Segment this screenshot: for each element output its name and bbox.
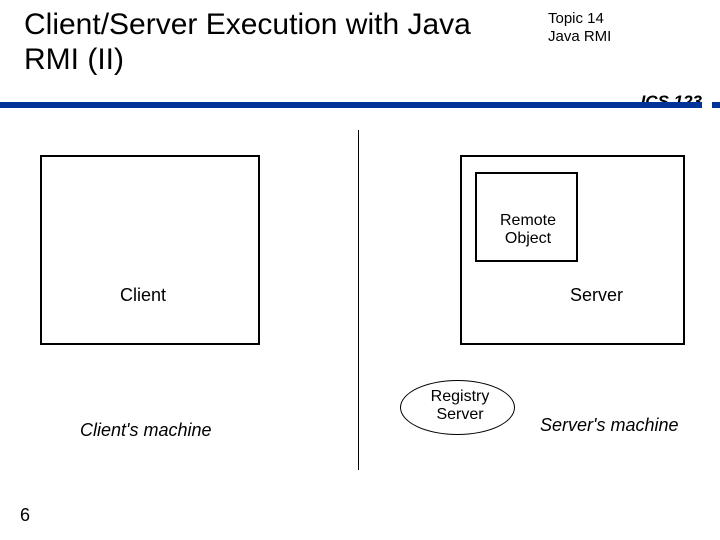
registry-label: Registry Server: [420, 388, 500, 425]
remote-object-label: Remote Object: [492, 212, 564, 249]
client-label: Client: [120, 285, 166, 306]
page-number: 6: [20, 505, 30, 526]
slide-title: Client/Server Execution with Java RMI (I…: [24, 8, 524, 77]
server-label: Server: [570, 285, 623, 306]
client-box: [40, 155, 260, 345]
title-underline-gap: [702, 102, 712, 108]
topic-block: Topic 14 Java RMI: [548, 10, 611, 46]
title-underline: [0, 102, 720, 108]
client-machine-label: Client's machine: [80, 420, 212, 441]
topic-line-1: Topic 14: [548, 10, 611, 28]
topic-line-2: Java RMI: [548, 28, 611, 46]
machine-divider: [358, 130, 359, 470]
slide: Client/Server Execution with Java RMI (I…: [0, 0, 720, 540]
server-machine-label: Server's machine: [540, 415, 679, 436]
